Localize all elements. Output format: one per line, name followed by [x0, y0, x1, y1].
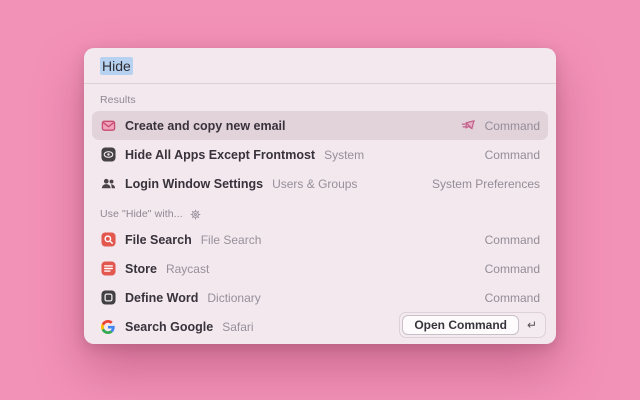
search-bar[interactable]: Hide — [84, 48, 556, 84]
section-header-use-with: Use "Hide" with... — [100, 208, 540, 220]
section-header-results: Results — [100, 94, 540, 106]
open-command-button[interactable]: Open Command — [402, 315, 519, 335]
item-title: Store — [125, 262, 157, 276]
open-command-group[interactable]: Open Command ↵ — [399, 312, 546, 338]
item-accessory: Command — [485, 233, 540, 247]
list-item[interactable]: Login Window Settings Users & Groups Sys… — [92, 169, 548, 198]
gear-icon — [190, 208, 202, 220]
item-subtitle: Users & Groups — [272, 177, 357, 191]
item-title: Hide All Apps Except Frontmost — [125, 148, 315, 162]
search-input[interactable]: Hide — [100, 57, 133, 75]
list-item[interactable]: File Search File Search Command — [92, 225, 548, 254]
item-accessory: Command — [485, 291, 540, 305]
accessory-label: System Preferences — [432, 177, 540, 191]
list-item[interactable]: Hide All Apps Except Frontmost System Co… — [92, 140, 548, 169]
accessory-label: Command — [485, 262, 540, 276]
envelope-icon — [100, 118, 116, 134]
section-label: Use "Hide" with... — [100, 208, 183, 220]
item-title: Create and copy new email — [125, 119, 285, 133]
item-subtitle: System — [324, 148, 364, 162]
item-title: Login Window Settings — [125, 177, 263, 191]
accessory-label: Command — [485, 148, 540, 162]
return-key-icon: ↵ — [521, 318, 543, 332]
item-accessory: Command — [461, 118, 540, 134]
dictionary-icon — [100, 290, 116, 306]
item-title: File Search — [125, 233, 192, 247]
hide-apps-icon — [100, 147, 116, 163]
item-subtitle: Safari — [222, 320, 253, 334]
item-subtitle: File Search — [201, 233, 262, 247]
google-icon — [100, 319, 116, 335]
item-title: Search Google — [125, 320, 213, 334]
item-subtitle: Dictionary — [207, 291, 260, 305]
section-label: Results — [100, 94, 136, 106]
list-item[interactable]: Define Word Dictionary Command — [92, 283, 548, 312]
send-email-icon — [461, 118, 477, 134]
users-icon — [100, 176, 116, 192]
list-item[interactable]: Create and copy new email Command — [92, 111, 548, 140]
accessory-label: Command — [485, 291, 540, 305]
file-search-icon — [100, 232, 116, 248]
item-accessory: System Preferences — [432, 177, 540, 191]
store-icon — [100, 261, 116, 277]
raycast-window: Hide Results Create and copy new email C… — [84, 48, 556, 344]
item-accessory: Command — [485, 148, 540, 162]
list-item[interactable]: Store Raycast Command — [92, 254, 548, 283]
item-accessory: Command — [485, 262, 540, 276]
item-title: Define Word — [125, 291, 198, 305]
accessory-label: Command — [485, 233, 540, 247]
accessory-label: Command — [485, 119, 540, 133]
item-subtitle: Raycast — [166, 262, 209, 276]
results-panel: Results Create and copy new email Comman… — [84, 84, 556, 341]
